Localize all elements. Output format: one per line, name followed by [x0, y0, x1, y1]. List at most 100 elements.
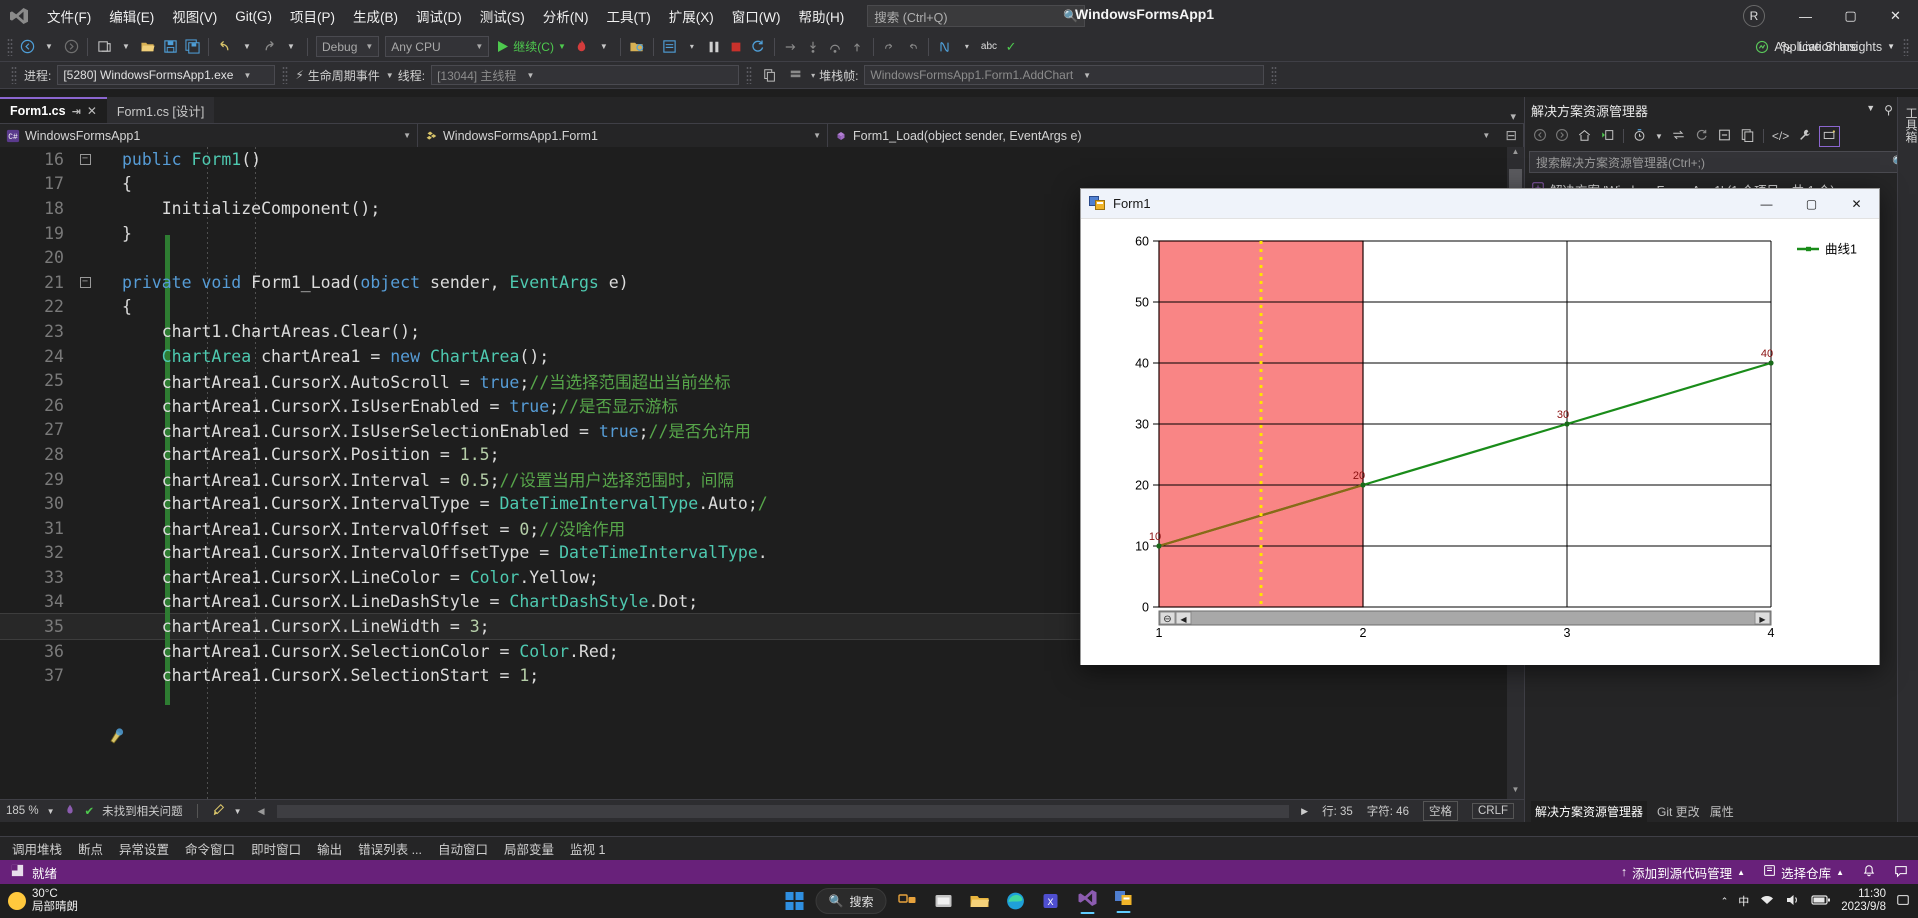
file-explorer-icon[interactable]: [964, 886, 994, 916]
feedback-icon[interactable]: [1894, 864, 1908, 881]
debug-tab[interactable]: 即时窗口: [243, 836, 309, 861]
debug-tab[interactable]: 输出: [309, 836, 350, 861]
navbar-project-select[interactable]: C# WindowsFormsApp1 ▼: [0, 124, 418, 147]
tab-list-dropdown-icon[interactable]: ▾: [1510, 110, 1516, 123]
debug-tab[interactable]: 断点: [70, 836, 111, 861]
show-all-files-icon[interactable]: [1740, 128, 1755, 145]
form1-maximize-button[interactable]: ▢: [1789, 189, 1834, 219]
code-cleanup-dropdown-icon[interactable]: ▼: [234, 807, 242, 816]
code-line[interactable]: 16− public Form1(): [0, 147, 1524, 172]
select-repository-button[interactable]: 选择仓库 ▲: [1763, 863, 1844, 882]
menu-window[interactable]: 窗口(W): [723, 1, 790, 31]
debug-tab[interactable]: 错误列表 ...: [350, 836, 430, 861]
debugbar-grip-4[interactable]: [1271, 66, 1278, 84]
attach-process-icon[interactable]: [626, 35, 648, 59]
split-editor-icon[interactable]: ⊟: [1495, 127, 1517, 144]
window-close-button[interactable]: ✕: [1873, 0, 1918, 32]
zoom-level[interactable]: 185 %: [6, 805, 39, 817]
menu-extensions[interactable]: 扩展(X): [660, 1, 723, 31]
tab-git-changes[interactable]: Git 更改: [1657, 803, 1700, 820]
debug-tab[interactable]: 局部变量: [496, 836, 562, 861]
indentation-indicator[interactable]: 空格: [1422, 801, 1458, 821]
scrollbar-down-arrow-icon[interactable]: ▼: [1507, 785, 1524, 799]
teams-icon[interactable]: X: [1036, 886, 1066, 916]
pending-changes-icon[interactable]: [1600, 128, 1615, 145]
save-all-icon[interactable]: [181, 35, 203, 59]
menu-tools[interactable]: 工具(T): [598, 1, 660, 31]
form1-window[interactable]: Form1 — ▢ ✕ 0 10 20 30 40 50 60 1 2 3 4 10 20 30 40 ⊖ ◀ ▶…: [1080, 188, 1880, 665]
chevron-down-icon-8[interactable]: ▾: [811, 71, 815, 80]
view-code-icon[interactable]: </>: [1772, 129, 1789, 143]
window-maximize-button[interactable]: ▢: [1828, 0, 1873, 32]
chart-scrollbar-track[interactable]: [1158, 610, 1772, 626]
account-avatar[interactable]: R: [1743, 5, 1765, 27]
lifecycle-label[interactable]: 生命周期事件: [308, 67, 382, 84]
taskbar-weather-widget[interactable]: 30°C 局部晴朗: [8, 888, 78, 914]
editor-horizontal-scrollbar[interactable]: [276, 804, 1290, 818]
home-icon[interactable]: [1577, 128, 1592, 145]
stop-debugging-icon[interactable]: [725, 35, 747, 59]
back-icon[interactable]: [1533, 128, 1547, 145]
tab-solution-explorer[interactable]: 解决方案资源管理器: [1531, 800, 1648, 822]
debugbar-grip[interactable]: [11, 66, 17, 84]
hot-reload-icon[interactable]: [571, 35, 593, 59]
stack-frame-icon[interactable]: [785, 63, 807, 87]
vs-taskbar-icon[interactable]: [1072, 886, 1102, 916]
menu-test[interactable]: 测试(S): [471, 1, 534, 31]
sync-with-active-document-icon[interactable]: [1671, 128, 1686, 145]
refresh-icon[interactable]: [1694, 128, 1709, 145]
intellicode-dropdown-icon[interactable]: ▾: [956, 35, 978, 59]
menu-file[interactable]: 文件(F): [38, 1, 100, 31]
spell-check-ok-icon[interactable]: ✓: [1000, 35, 1022, 59]
ime-indicator[interactable]: 中: [1738, 893, 1749, 909]
chart-data-point[interactable]: [1360, 482, 1366, 488]
chevron-down-icon-14[interactable]: ▼: [1655, 132, 1663, 141]
tab-properties[interactable]: 属性: [1710, 803, 1734, 820]
solution-platform-select[interactable]: Any CPU ▼: [385, 36, 490, 57]
chart-data-point[interactable]: [1156, 543, 1162, 549]
step-back-icon[interactable]: [879, 35, 901, 59]
step-into-specific-icon[interactable]: [659, 35, 681, 59]
wifi-icon[interactable]: [1759, 893, 1775, 910]
navigate-forward-icon[interactable]: [60, 35, 82, 59]
fold-toggle-icon[interactable]: −: [72, 153, 98, 165]
code-cleanup-icon[interactable]: [212, 803, 226, 820]
preview-selected-items-icon[interactable]: [1819, 125, 1841, 147]
vs-search-input[interactable]: 搜索 (Ctrl+Q) 🔍: [867, 5, 1086, 27]
open-file-icon[interactable]: [137, 35, 159, 59]
horizontal-scroll-left-icon[interactable]: ◀: [258, 806, 265, 817]
start-button-icon[interactable]: [780, 886, 810, 916]
notification-center-icon[interactable]: [1896, 893, 1910, 910]
chevron-down-icon-13[interactable]: ▼: [1866, 103, 1875, 117]
solution-explorer-search-input[interactable]: 搜索解决方案资源管理器(Ctrl+;) 🔍: [1529, 151, 1914, 173]
menu-project[interactable]: 项目(P): [281, 1, 344, 31]
tab-form1-cs[interactable]: Form1.cs ⇥ ✕: [0, 97, 107, 123]
break-all-icon[interactable]: [703, 35, 725, 59]
add-to-source-control-button[interactable]: ↑ 添加到源代码管理 ▲: [1621, 863, 1745, 882]
menu-view[interactable]: 视图(V): [163, 1, 226, 31]
taskbar-search-box[interactable]: 🔍 搜索: [815, 888, 887, 914]
battery-icon[interactable]: [1811, 894, 1831, 909]
menu-edit[interactable]: 编辑(E): [100, 1, 163, 31]
toolbox-vertical-tab[interactable]: 工具箱: [1897, 97, 1918, 822]
forward-icon[interactable]: [1555, 128, 1569, 145]
redo-icon[interactable]: [258, 35, 280, 59]
new-project-icon[interactable]: [93, 35, 115, 59]
show-next-statement-icon[interactable]: [780, 35, 802, 59]
step-over-icon[interactable]: [824, 35, 846, 59]
breakpoint-glyph-icon[interactable]: [108, 725, 128, 745]
form1-titlebar[interactable]: Form1 — ▢ ✕: [1081, 189, 1879, 219]
undo-icon[interactable]: [214, 35, 236, 59]
form1-close-button[interactable]: ✕: [1834, 189, 1879, 219]
continue-button[interactable]: 继续(C) ▼: [492, 38, 571, 55]
debugbar-grip-3[interactable]: [746, 66, 753, 84]
menu-build[interactable]: 生成(B): [344, 1, 407, 31]
copy-stack-icon[interactable]: [759, 63, 781, 87]
navbar-type-select[interactable]: WindowsFormsApp1.Form1 ▼: [418, 124, 828, 147]
chevron-down-icon-6[interactable]: ▼: [386, 71, 394, 80]
windows-forms-chart[interactable]: 0 10 20 30 40 50 60 1 2 3 4 10 20 30 40 ⊖ ◀ ▶ 曲线1: [1081, 219, 1879, 665]
undo-dropdown-icon[interactable]: ▼: [236, 35, 258, 59]
menu-analyze[interactable]: 分析(N): [534, 1, 598, 31]
file-explorer-gray-icon[interactable]: [928, 886, 958, 916]
notifications-icon[interactable]: [1862, 864, 1876, 881]
